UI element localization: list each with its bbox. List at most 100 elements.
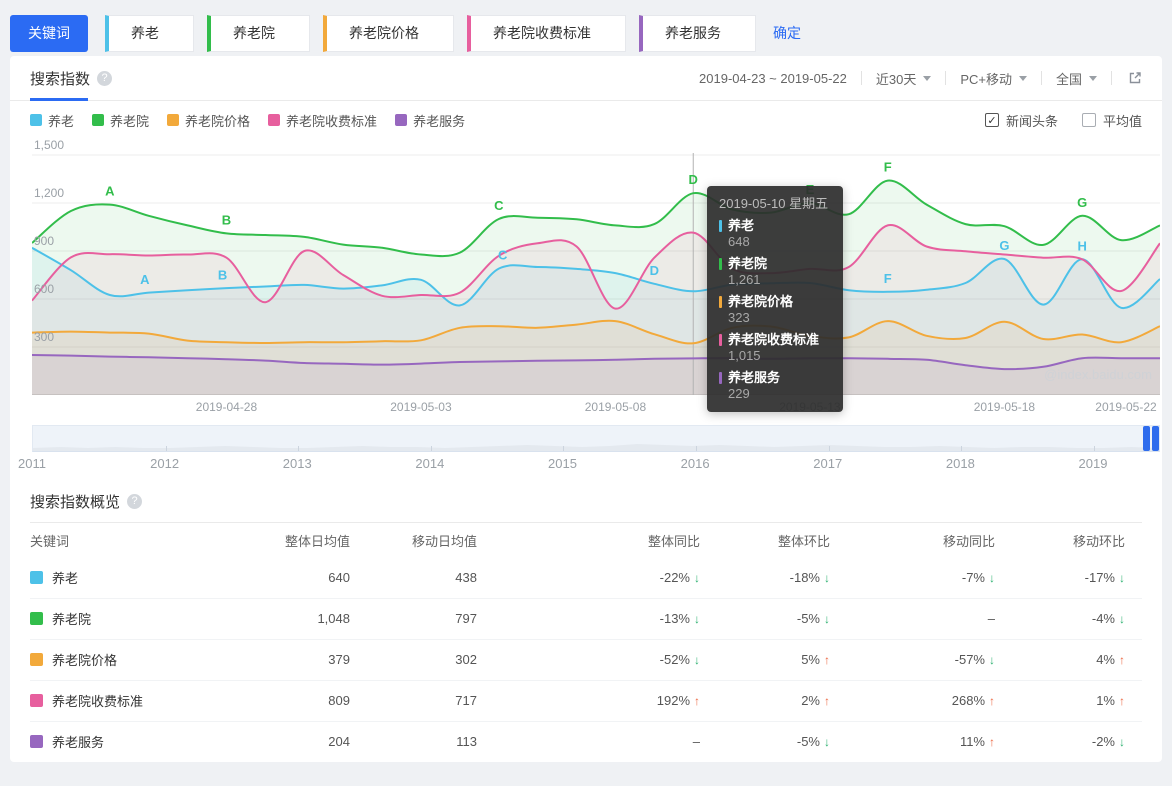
keyword-cell[interactable]: 养老服务: [30, 732, 230, 751]
y-axis-label: 1,500: [34, 138, 65, 152]
keyword-chip[interactable]: 养老院收费标准: [467, 14, 626, 52]
checkbox-unchecked-icon: [1081, 113, 1096, 127]
tooltip-series-label: 养老: [728, 218, 755, 233]
overview-section: 搜索指数概览 ? 关键词 整体日均值 移动日均值 整体同比 整体环比 移动同比 移动环比 养…: [10, 488, 1162, 762]
keyword-cell[interactable]: 养老院价格: [30, 650, 230, 669]
keyword-cell[interactable]: 养老院收费标准: [30, 691, 230, 710]
change-value: –: [477, 720, 700, 762]
filter-region-dropdown[interactable]: 全国: [1056, 69, 1097, 88]
help-icon[interactable]: ?: [127, 493, 143, 509]
tooltip-series-name: 养老院收费标准: [719, 332, 831, 348]
keyword-chip[interactable]: 养老服务: [639, 14, 756, 52]
timeline-handle-right[interactable]: [1152, 426, 1159, 451]
tab-label: 搜索指数: [30, 70, 91, 88]
change-value: -4% ↓: [995, 597, 1142, 639]
external-link-icon[interactable]: [1128, 71, 1142, 85]
overview-table: 关键词 整体日均值 移动日均值 整体同比 整体环比 移动同比 移动环比 养老 640 438 -2…: [30, 523, 1142, 762]
checkbox-average[interactable]: 平均值: [1081, 111, 1142, 130]
divider: [1040, 71, 1042, 85]
keyword-swatch: [30, 612, 43, 625]
timeline-band[interactable]: [32, 425, 1160, 452]
trend-chart[interactable]: ABCDEFGABCDFGH @index.baidu.com 2019-05-…: [31, 138, 1161, 421]
timeline-tick: [696, 446, 698, 451]
news-annotation[interactable]: B: [222, 212, 231, 227]
y-axis-label: 1,200: [34, 186, 65, 200]
mobile-daily-average: 302: [350, 638, 477, 680]
checkbox-checked-icon: ✓: [984, 113, 999, 127]
news-annotation[interactable]: H: [1078, 238, 1087, 253]
mobile-daily-average: 438: [455, 569, 477, 585]
keyword-chip[interactable]: 养老院价格: [323, 14, 454, 52]
table-column-header: 关键词: [30, 533, 70, 549]
keyword-cell[interactable]: 养老: [30, 568, 230, 587]
news-annotation[interactable]: C: [494, 198, 504, 213]
change-value: 5% ↑: [700, 638, 830, 680]
overall-daily-average: 640: [328, 569, 350, 585]
change-value: -57% ↓: [830, 638, 995, 680]
tooltip-item: 养老院价格 323: [719, 294, 831, 326]
filter-device-dropdown[interactable]: PC+移动: [960, 69, 1027, 88]
chevron-down-icon: [1018, 75, 1027, 81]
news-annotation[interactable]: F: [884, 160, 892, 175]
overall-daily-average: 204: [230, 720, 350, 762]
tooltip-item: 养老院 1,261: [719, 256, 831, 288]
legend-item[interactable]: 养老院价格: [167, 111, 250, 130]
timeline-tick: [961, 446, 963, 451]
timeline-handle-left[interactable]: [1143, 426, 1150, 451]
news-annotation[interactable]: C: [498, 247, 508, 262]
legend-item[interactable]: 养老院: [92, 111, 149, 130]
date-range[interactable]: 2019-04-23 ~ 2019-05-22: [699, 71, 847, 86]
tab-search-index[interactable]: 搜索指数 ?: [30, 56, 113, 101]
table-row: 养老 640 438 -22% ↓ -18% ↓ -7% ↓ -17% ↓: [30, 557, 1142, 598]
news-annotation[interactable]: D: [689, 172, 698, 187]
overview-title: 搜索指数概览: [30, 493, 121, 511]
tooltip-date: 2019-05-10 星期五: [719, 196, 829, 211]
timeline-tick: [563, 446, 565, 451]
mobile-daily-average: 113: [350, 720, 477, 762]
news-annotation[interactable]: A: [140, 272, 150, 287]
legend-item[interactable]: 养老院收费标准: [268, 111, 377, 130]
news-annotation[interactable]: B: [218, 267, 227, 282]
change-value: 192% ↑: [477, 679, 700, 721]
timeline-slider: 2011 2012 2013 2014 2015 2016 2017 2018 2019: [18, 425, 1160, 474]
timeline-silhouette: [33, 444, 1159, 451]
chevron-down-icon: [923, 75, 932, 81]
change-value: -22% ↓: [659, 569, 700, 585]
keyword-chip[interactable]: 养老院: [207, 14, 310, 52]
help-icon[interactable]: ?: [97, 70, 113, 86]
arrow-down-icon: ↓: [1119, 735, 1125, 750]
news-annotation[interactable]: G: [1077, 195, 1087, 210]
change-value: 11% ↑: [830, 720, 995, 762]
watermark: @index.baidu.com: [1044, 367, 1152, 382]
legend-item[interactable]: 养老: [30, 111, 74, 130]
checkbox-news-headlines[interactable]: ✓ 新闻头条: [984, 111, 1058, 130]
overall-daily-average: 379: [230, 638, 350, 680]
arrow-down-icon: ↓: [824, 570, 830, 585]
arrow-up-icon: ↑: [989, 694, 995, 708]
news-annotation[interactable]: D: [650, 263, 659, 278]
arrow-down-icon: ↓: [694, 653, 700, 667]
x-axis-label: 2019-04-28: [195, 400, 258, 414]
arrow-down-icon: ↓: [1119, 612, 1125, 626]
keyword-chip-label: 养老院价格: [349, 25, 419, 41]
legend-label: 养老院收费标准: [286, 113, 378, 129]
news-annotation[interactable]: F: [884, 271, 892, 286]
confirm-link[interactable]: 确定: [773, 23, 801, 43]
change-value: -13% ↓: [477, 597, 700, 639]
timeline-tick: [165, 446, 167, 451]
tooltip-series-label: 养老院: [728, 256, 768, 271]
keyword-cell[interactable]: 养老院: [30, 609, 230, 628]
news-annotation[interactable]: G: [999, 238, 1009, 253]
news-annotation[interactable]: A: [105, 184, 115, 199]
legend-item[interactable]: 养老服务: [395, 111, 465, 130]
keyword-chip[interactable]: 养老: [105, 14, 194, 52]
table-row: 养老院 1,048 797 -13% ↓ -5% ↓ – -4% ↓: [30, 597, 1142, 639]
table-column-header: 整体日均值: [284, 533, 350, 549]
filter-timespan-dropdown[interactable]: 近30天: [876, 69, 932, 88]
tooltip-series-swatch: [719, 220, 722, 232]
keyword-swatch: [30, 694, 43, 707]
timeline-tick: [430, 446, 432, 451]
legend-label: 养老院: [110, 113, 150, 129]
y-axis-label: 300: [34, 330, 55, 344]
keyword-label-button[interactable]: 关键词: [10, 14, 88, 52]
